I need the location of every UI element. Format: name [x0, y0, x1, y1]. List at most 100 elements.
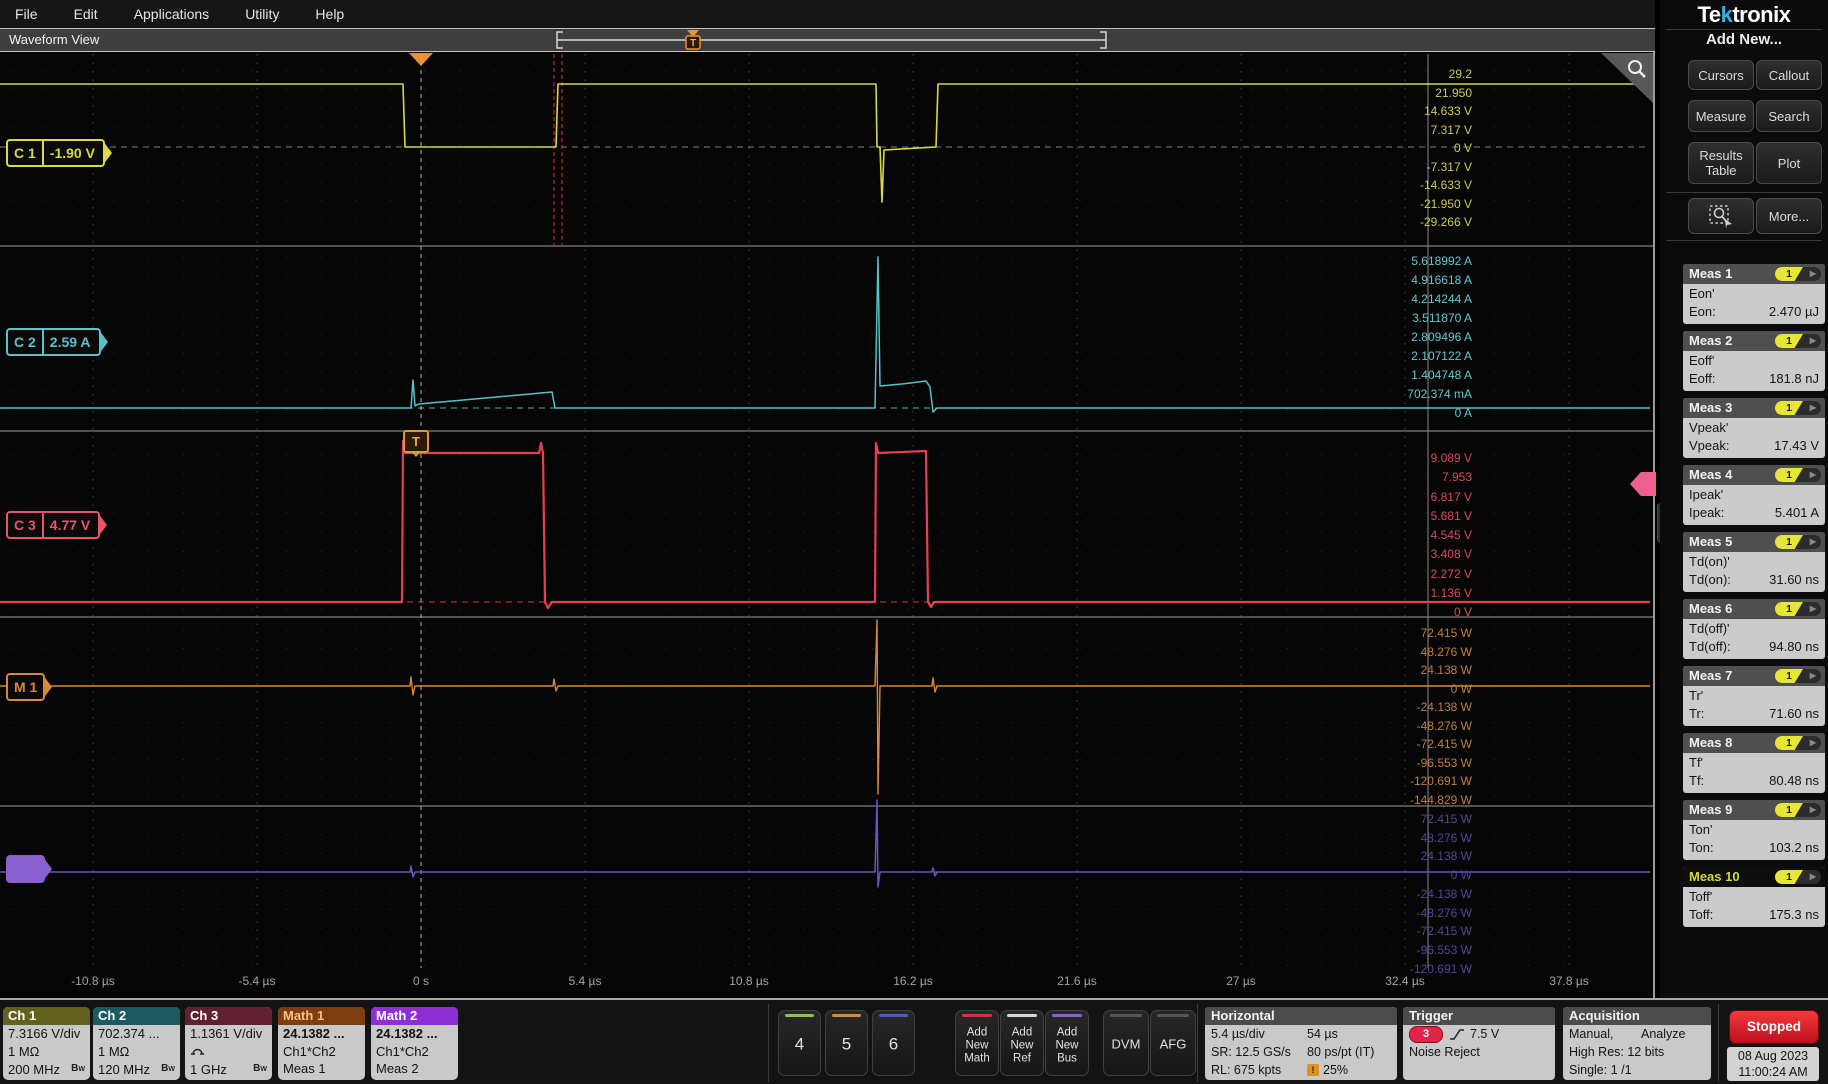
chevron-right-icon: ▶ [1810, 401, 1816, 415]
meas-source-toggle[interactable]: 1▶ [1775, 803, 1821, 817]
channel-card-line [185, 1043, 272, 1061]
meas-source-toggle[interactable]: 1▶ [1775, 334, 1821, 348]
meas-card-10[interactable]: Meas 101▶Toff'Toff:175.3 ns [1683, 867, 1825, 927]
time-text: 11:00:24 AM [1727, 1064, 1819, 1080]
trigger-settings-card[interactable]: Trigger37.5 VNoise Reject [1403, 1007, 1555, 1080]
channel-card-math1[interactable]: Math 124.1382 ...Ch1*Ch2Meas 1 [278, 1007, 365, 1080]
meas-card-4[interactable]: Meas 41▶Ipeak'Ipeak:5.401 A [1683, 465, 1825, 525]
probe-icon [190, 1043, 205, 1056]
meas-name: Ipeak' [1689, 486, 1819, 504]
channel-card-ch3[interactable]: Ch 31.1361 V/div1 GHzBW [185, 1007, 272, 1080]
bottom-settings-bar: Stopped 08 Aug 2023 11:00:24 AM Ch 17.31… [0, 998, 1828, 1084]
meas-source-number: 1 [1775, 334, 1803, 348]
meas-source-toggle[interactable]: 1▶ [1775, 267, 1821, 281]
meas-name: Toff' [1689, 888, 1819, 906]
channel-badge-id: C 3 [8, 517, 42, 533]
tab-waveform-view[interactable]: Waveform View [9, 32, 99, 47]
channel-badge-m1[interactable]: M 1 [6, 673, 45, 701]
sidebar-button-cursors[interactable]: Cursors [1688, 60, 1754, 90]
meas-value: 181.8 nJ [1769, 370, 1819, 388]
meas-card-8[interactable]: Meas 81▶Tf'Tf:80.48 ns [1683, 733, 1825, 793]
acquisition-settings-card[interactable]: AcquisitionManual,AnalyzeHigh Res: 12 bi… [1563, 1007, 1711, 1080]
channel-card-line: 24.1382 ... [371, 1025, 458, 1043]
record-overview-bar[interactable]: T [0, 29, 1655, 51]
sidebar-button-plot[interactable]: Plot [1756, 142, 1822, 184]
channel-card-header: Math 2 [371, 1007, 458, 1025]
spare-channel-button-6[interactable]: 6 [872, 1010, 915, 1076]
menu-applications[interactable]: Applications [119, 6, 231, 22]
trigger-level-badge[interactable]: T [403, 430, 429, 453]
trace-m1 [0, 620, 1650, 794]
meas-value: 175.3 ns [1769, 906, 1819, 924]
horizontal-settings-card[interactable]: Horizontal5.4 µs/div54 µsSR: 12.5 GS/s80… [1205, 1007, 1397, 1080]
meas-source-toggle[interactable]: 1▶ [1775, 401, 1821, 415]
meas-title: Meas 8 [1689, 735, 1732, 750]
meas-source-number: 1 [1775, 401, 1803, 415]
add-new-button-add-new-ref[interactable]: Add New Ref [1000, 1010, 1044, 1076]
sidebar-button-search[interactable]: Search [1756, 100, 1822, 132]
channel-card-ch2[interactable]: Ch 2702.374 ...1 MΩ120 MHzBW [93, 1007, 180, 1080]
channel-card-line: Meas 1 [278, 1060, 365, 1078]
meas-card-2[interactable]: Meas 21▶Eoff'Eoff:181.8 nJ [1683, 331, 1825, 391]
card-title: Trigger [1403, 1007, 1555, 1025]
meas-name: Vpeak' [1689, 419, 1819, 437]
meas-label: Ton: [1689, 839, 1714, 857]
tab-strip: T Waveform View [0, 28, 1655, 52]
util-button-dvm[interactable]: DVM [1103, 1010, 1149, 1076]
channel-card-header: Ch 3 [185, 1007, 272, 1025]
sidebar-button-zoom-select[interactable] [1688, 198, 1754, 234]
channel-badge-c1[interactable]: C 1-1.90 V [6, 139, 105, 167]
chevron-right-icon: ▶ [1810, 870, 1816, 884]
meas-title: Meas 2 [1689, 333, 1732, 348]
time-tick-label: 0 s [376, 974, 466, 988]
channel-badge-c2[interactable]: C 22.59 A [6, 328, 101, 356]
time-tick-label: 10.8 µs [704, 974, 794, 988]
trace-ch1 [0, 84, 1650, 202]
sidebar-button-results-table[interactable]: Results Table [1688, 142, 1754, 184]
util-button-afg[interactable]: AFG [1150, 1010, 1196, 1076]
meas-value: 5.401 A [1775, 504, 1819, 522]
meas-source-toggle[interactable]: 1▶ [1775, 870, 1821, 884]
sidebar-button-callout[interactable]: Callout [1756, 60, 1822, 90]
meas-card-header: Meas 101▶ [1683, 867, 1825, 887]
meas-card-header: Meas 61▶ [1683, 599, 1825, 619]
color-stripe [1007, 1014, 1037, 1017]
meas-source-toggle[interactable]: 1▶ [1775, 669, 1821, 683]
meas-card-3[interactable]: Meas 31▶Vpeak'Vpeak:17.43 V [1683, 398, 1825, 458]
divider [1666, 240, 1822, 241]
chevron-right-icon: ▶ [1810, 669, 1816, 683]
meas-card-5[interactable]: Meas 51▶Td(on)'Td(on):31.60 ns [1683, 532, 1825, 592]
menu-edit[interactable]: Edit [59, 6, 119, 22]
meas-name: Tf' [1689, 754, 1819, 772]
channel-card-math2[interactable]: Math 224.1382 ...Ch1*Ch2Meas 2 [371, 1007, 458, 1080]
add-new-button-add-new-bus[interactable]: Add New Bus [1045, 1010, 1089, 1076]
trigger-position-marker[interactable] [409, 53, 433, 66]
menu-utility[interactable]: Utility [230, 6, 300, 22]
meas-card-9[interactable]: Meas 91▶Ton'Ton:103.2 ns [1683, 800, 1825, 860]
meas-card-6[interactable]: Meas 61▶Td(off)'Td(off):94.80 ns [1683, 599, 1825, 659]
menu-help[interactable]: Help [300, 6, 365, 22]
menu-file[interactable]: File [0, 6, 59, 22]
meas-card-7[interactable]: Meas 71▶Tr'Tr:71.60 ns [1683, 666, 1825, 726]
meas-source-toggle[interactable]: 1▶ [1775, 535, 1821, 549]
channel-badge-c3[interactable]: C 34.77 V [6, 511, 100, 539]
meas-source-toggle[interactable]: 1▶ [1775, 736, 1821, 750]
meas-card-1[interactable]: Meas 11▶Eon'Eon:2.470 µJ [1683, 264, 1825, 324]
run-stop-status-button[interactable]: Stopped [1729, 1010, 1819, 1044]
meas-source-toggle[interactable]: 1▶ [1775, 602, 1821, 616]
spare-channel-button-5[interactable]: 5 [825, 1010, 868, 1076]
warning-icon: ! [1307, 1064, 1319, 1076]
channel-card-header: Ch 1 [3, 1007, 90, 1025]
sidebar-button-measure[interactable]: Measure [1688, 100, 1754, 132]
channel-badge-m2[interactable]: M 2 [6, 855, 45, 883]
meas-value: 31.60 ns [1769, 571, 1819, 589]
divider [1197, 1004, 1198, 1082]
spare-channel-button-4[interactable]: 4 [778, 1010, 821, 1076]
card-title: Acquisition [1563, 1007, 1711, 1025]
meas-source-toggle[interactable]: 1▶ [1775, 468, 1821, 482]
channel-card-ch1[interactable]: Ch 17.3166 V/div1 MΩ200 MHzBW [3, 1007, 90, 1080]
channel-card-text: Ch1*Ch2 [283, 1043, 336, 1061]
sidebar-button-more[interactable]: More... [1756, 198, 1822, 234]
channel-card-line: 1 GHzBW [185, 1060, 272, 1079]
add-new-button-add-new-math[interactable]: Add New Math [955, 1010, 999, 1076]
